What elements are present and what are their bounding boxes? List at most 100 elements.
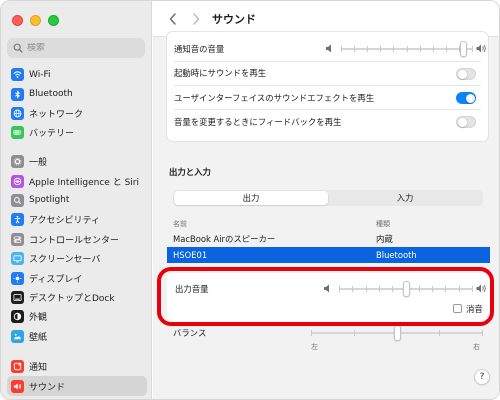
sidebar-item-globe[interactable]: ネットワーク: [7, 104, 147, 123]
table-row[interactable]: HSOE01 Bluetooth: [167, 247, 490, 263]
sidebar: Wi-Fi Bluetooth ネットワークバッテリー 一般 Apple Intell…: [1, 1, 152, 399]
dock-icon: [11, 290, 24, 304]
screensaver-icon: [11, 252, 24, 266]
table-header: 名前 種類: [167, 217, 490, 231]
alert-volume-slider[interactable]: [341, 41, 473, 57]
speaker-high-icon: [476, 44, 486, 53]
io-section-title: 出力と入力: [169, 167, 211, 177]
sidebar-item-label: 通知: [29, 363, 48, 374]
speaker-low-icon: [326, 44, 331, 53]
sidebar-group-network: Wi-Fi Bluetooth ネットワーク バッテリー: [7, 65, 147, 143]
globe-icon: [11, 106, 24, 120]
sound-icon: [11, 379, 24, 393]
gear-icon: [11, 155, 24, 169]
toggle-knob: [465, 93, 475, 103]
control-center-icon: [11, 232, 24, 246]
accessibility-icon: [11, 213, 24, 227]
device-name: MacBook Airのスピーカー: [173, 234, 276, 244]
sidebar-item-dock[interactable]: デスクトップとDock: [7, 288, 147, 307]
sidebar-item-accessibility[interactable]: アクセシビリティ: [7, 210, 147, 229]
slider-tick: [482, 330, 483, 336]
siri-icon: [11, 174, 24, 188]
slider-tick: [432, 46, 434, 52]
balance-slider[interactable]: [311, 325, 483, 341]
ui-effects-label: ユーザインターフェイスのサウンドエフェクトを再生: [174, 93, 375, 103]
sidebar-item-label: Bluetooth: [29, 89, 73, 100]
divider: [174, 85, 481, 86]
back-button[interactable]: [163, 9, 183, 29]
slider-tick: [353, 330, 355, 336]
sidebar-item-gear[interactable]: 一般: [7, 152, 147, 171]
divider: [174, 109, 481, 110]
device-type: 内蔵: [376, 234, 393, 244]
sidebar-item-label: コントロールセンター: [29, 235, 120, 246]
chevron-left-icon: [169, 12, 176, 25]
io-segmented-control: 出力 入力: [173, 190, 483, 206]
sidebar-item-notification[interactable]: 通知: [7, 357, 147, 376]
wifi-icon: [11, 68, 24, 82]
slider-thumb[interactable]: [459, 41, 467, 57]
sidebar-item-label: アクセシビリティ: [29, 216, 101, 227]
slider-tick: [445, 46, 447, 52]
sidebar-item-label: サウンド: [29, 382, 66, 393]
sidebar-group-system: 一般 Apple Intelligence と Siri Spotlight アクセシ…: [7, 152, 147, 346]
sidebar-item-bluetooth[interactable]: Bluetooth: [7, 84, 147, 103]
close-button[interactable]: [12, 15, 23, 26]
startup-sound-label: 起動時にサウンドを再生: [174, 68, 267, 78]
sidebar-item-label: ネットワーク: [29, 109, 84, 120]
device-table: 名前 種類 MacBook Airのスピーカー 内蔵 HSOE01 Blueto…: [167, 217, 490, 263]
sidebar-item-label: 壁紙: [29, 332, 48, 343]
column-name: 名前: [173, 220, 187, 228]
sidebar-item-battery[interactable]: バッテリー: [7, 123, 147, 142]
help-button[interactable]: ?: [474, 369, 490, 385]
balance-left-label: 左: [311, 343, 318, 351]
slider-tick: [393, 46, 395, 52]
sidebar-item-screensaver[interactable]: スクリーンセーバ: [7, 249, 147, 268]
forward-button[interactable]: [186, 9, 206, 29]
volume-feedback-row: 音量を変更するときにフィードバックを再生: [167, 111, 488, 133]
sidebar-item-siri[interactable]: Apple Intelligence と Siri: [7, 171, 147, 190]
search-field[interactable]: [7, 38, 145, 58]
slider-tick: [439, 330, 441, 336]
sidebar-item-wallpaper[interactable]: 壁紙: [7, 327, 147, 346]
toggle-knob: [457, 69, 467, 79]
column-type: 種類: [376, 220, 390, 228]
sidebar-item-label: Spotlight: [29, 195, 70, 206]
slider-tick: [419, 46, 421, 52]
sidebar-item-label: ディスプレイ: [29, 274, 83, 285]
sidebar-item-appearance[interactable]: 外観: [7, 307, 147, 326]
search-input[interactable]: [27, 43, 137, 53]
wallpaper-icon: [11, 329, 24, 343]
search-icon: [13, 43, 23, 53]
slider-tick: [406, 46, 408, 52]
sound-effects-group: 通知音の音量 起動時にサウンドを再生 ユーザインターフェイスのサウンドエフェクト…: [166, 31, 489, 142]
volume-feedback-toggle[interactable]: [456, 116, 476, 128]
sidebar-item-control-center[interactable]: コントロールセンター: [7, 230, 147, 249]
balance-right-label: 右: [473, 343, 480, 351]
table-row[interactable]: MacBook Airのスピーカー 内蔵: [167, 231, 490, 247]
sound-pane: 通知音の音量 起動時にサウンドを再生 ユーザインターフェイスのサウンドエフェクト…: [153, 31, 499, 399]
tab-output[interactable]: 出力: [174, 191, 328, 205]
zoom-button[interactable]: [48, 15, 59, 26]
ui-effects-toggle[interactable]: [456, 92, 476, 104]
sidebar-item-label: 一般: [29, 158, 48, 169]
sidebar-item-display[interactable]: ディスプレイ: [7, 268, 147, 287]
sidebar-item-sound[interactable]: サウンド: [7, 376, 147, 396]
notification-icon: [11, 360, 24, 374]
slider-thumb[interactable]: [393, 325, 401, 341]
toggle-knob: [457, 117, 467, 127]
minimize-button[interactable]: [30, 15, 41, 26]
battery-icon: [11, 126, 24, 140]
slider-tick: [472, 46, 473, 52]
slider-tick: [341, 46, 342, 52]
startup-sound-toggle[interactable]: [456, 68, 476, 80]
tab-input[interactable]: 入力: [328, 191, 482, 205]
balance-label: バランス: [173, 328, 207, 338]
slider-tick: [311, 330, 312, 336]
sidebar-item-spotlight[interactable]: Spotlight: [7, 191, 147, 210]
sidebar-item-label: バッテリー: [29, 129, 75, 140]
volume-feedback-label: 音量を変更するときにフィードバックを再生: [174, 117, 342, 127]
chevron-right-icon: [193, 12, 200, 25]
sidebar-item-wifi[interactable]: Wi-Fi: [7, 65, 147, 84]
sidebar-item-label: Apple Intelligence と Siri: [29, 177, 139, 188]
